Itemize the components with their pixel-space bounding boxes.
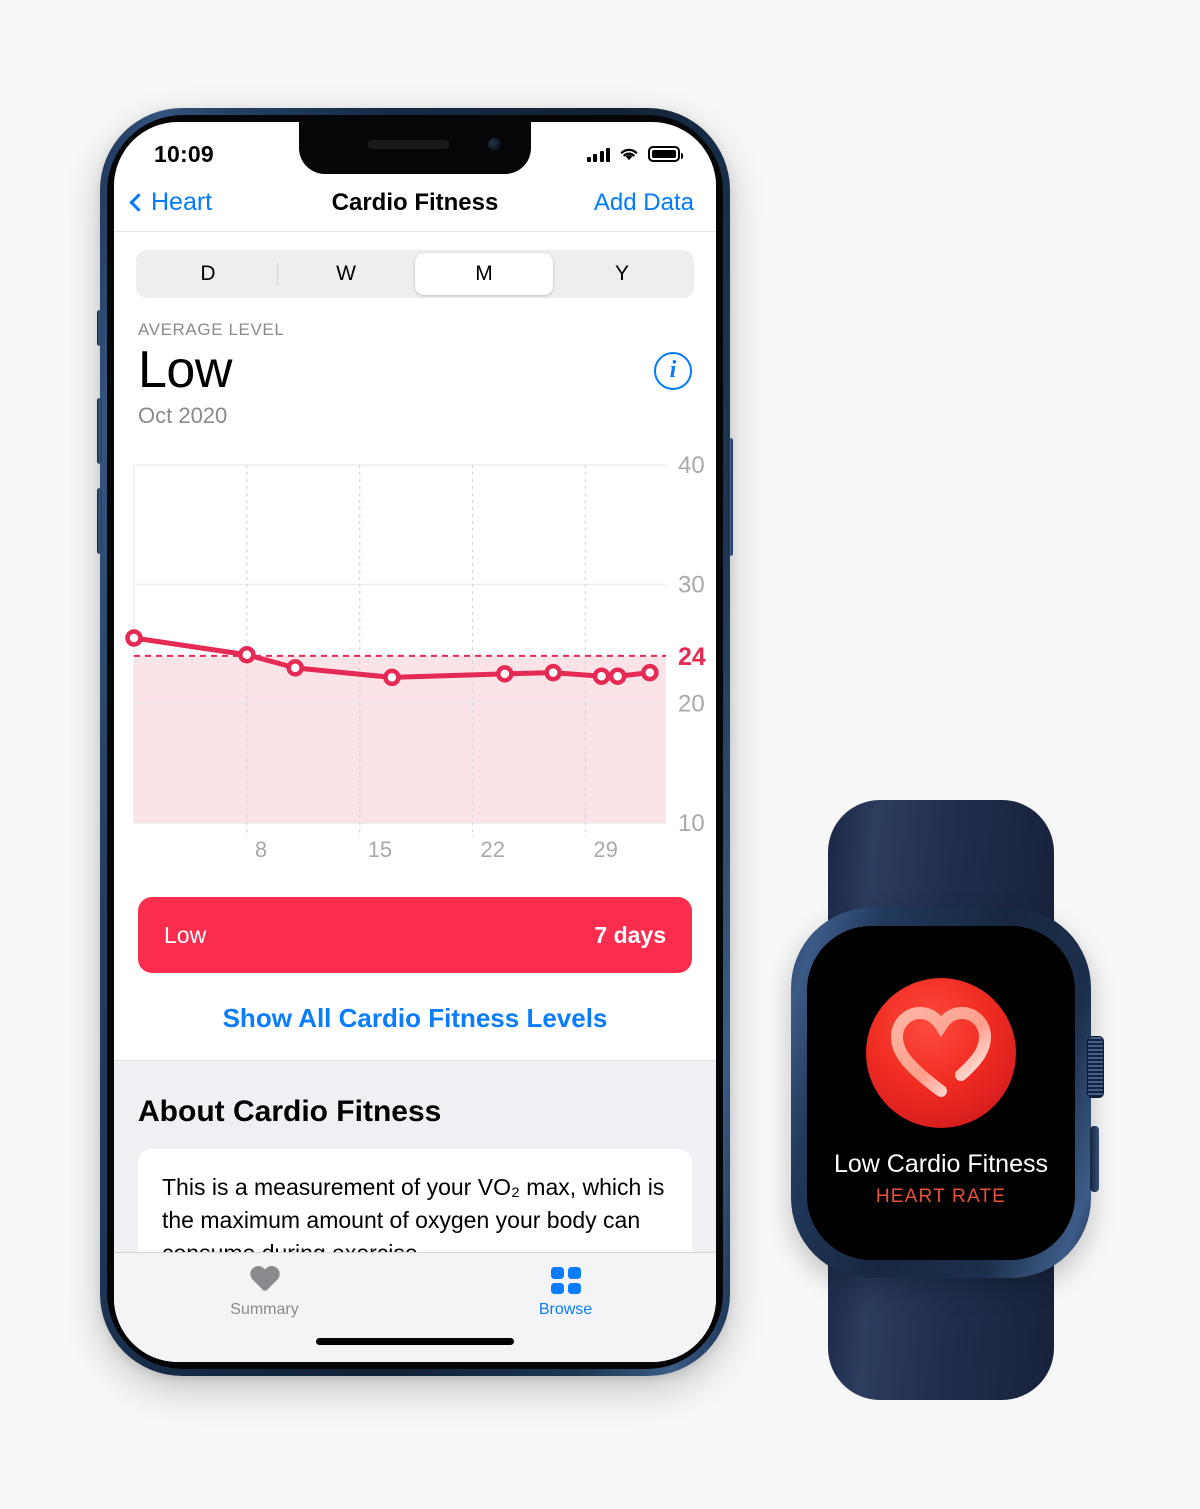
level-banner-level: Low <box>164 921 207 948</box>
heart-icon <box>250 1267 280 1294</box>
y-axis-tick-label: 30 <box>678 572 705 599</box>
time-range-segmented-control[interactable]: D W M Y <box>136 250 694 298</box>
front-camera-icon <box>488 138 501 151</box>
wifi-icon <box>620 148 638 161</box>
info-glyph: i <box>669 357 677 384</box>
phone-notch <box>299 122 531 174</box>
average-level-value: Low <box>138 341 232 399</box>
page-content: D W M Y AVERAGE LEVEL Low i Oct 2020 8 1… <box>114 232 716 1362</box>
segment-month-label: M <box>475 262 493 285</box>
watch-case: Low Cardio Fitness HEART RATE <box>791 908 1104 1278</box>
show-all-levels-link[interactable]: Show All Cardio Fitness Levels <box>114 1003 716 1034</box>
tab-bar: Summary Browse <box>114 1252 716 1362</box>
data-point-marker <box>125 629 143 647</box>
heart-outline-glyph <box>890 1006 992 1097</box>
tab-browse-label: Browse <box>538 1301 593 1318</box>
phone-power-button[interactable] <box>728 438 733 556</box>
phone-mute-switch[interactable] <box>97 310 102 346</box>
grid-icon <box>550 1267 581 1294</box>
y-axis-tick-label: 40 <box>678 452 705 479</box>
status-bar-time: 10:09 <box>154 140 214 167</box>
phone-volume-up-button[interactable] <box>97 398 102 464</box>
segment-divider <box>277 263 278 285</box>
threshold-label: 24 <box>678 643 706 671</box>
data-point-marker <box>544 664 562 682</box>
y-axis-tick-label: 10 <box>678 810 705 837</box>
battery-icon <box>648 146 683 162</box>
page-title: Cardio Fitness <box>331 188 499 216</box>
phone-screen: 10:09 Heart Cardio Fitness Add Data D W … <box>114 122 716 1362</box>
segment-day[interactable]: D <box>139 253 277 295</box>
chart-svg: 8 15 22 29 10 20 30 40 24 <box>125 452 706 862</box>
segment-year[interactable]: Y <box>553 253 691 295</box>
phone-volume-down-button[interactable] <box>97 488 102 554</box>
data-point-marker <box>383 668 401 687</box>
cellular-signal-icon <box>586 147 610 162</box>
info-circle-icon[interactable]: i <box>654 351 692 390</box>
threshold-shaded-region <box>134 656 666 824</box>
tab-browse[interactable]: Browse <box>415 1267 716 1319</box>
x-axis-tick-label: 8 <box>255 837 267 862</box>
home-indicator[interactable] <box>316 1338 514 1345</box>
add-data-button[interactable]: Add Data <box>526 189 716 217</box>
data-point-marker <box>496 665 514 683</box>
chevron-left-icon <box>129 193 148 212</box>
average-level-row: Low i <box>138 341 692 399</box>
back-button[interactable]: Heart <box>114 188 304 217</box>
tab-summary-label: Summary <box>230 1301 299 1318</box>
watch-notification-subtitle: HEART RATE <box>875 1186 1007 1207</box>
status-bar-icons <box>586 146 683 162</box>
watch-side-button[interactable] <box>1090 1126 1099 1192</box>
segment-week[interactable]: W <box>277 253 415 295</box>
data-point-marker <box>641 664 659 682</box>
data-point-marker <box>608 667 627 686</box>
segment-week-label: W <box>336 262 356 285</box>
screenshot-stage: 10:09 Heart Cardio Fitness Add Data D W … <box>0 0 1200 1509</box>
level-banner-duration: 7 days <box>594 921 666 948</box>
cardio-fitness-chart[interactable]: 8 15 22 29 10 20 30 40 24 <box>114 443 716 863</box>
segment-month[interactable]: M <box>415 253 553 295</box>
about-heading: About Cardio Fitness <box>138 1095 442 1129</box>
watch-screen[interactable]: Low Cardio Fitness HEART RATE <box>807 926 1075 1260</box>
x-axis-tick-label: 29 <box>593 837 617 862</box>
x-axis-tick-label: 15 <box>368 837 392 862</box>
earpiece-speaker-icon <box>367 140 450 149</box>
average-level-period: Oct 2020 <box>138 403 228 429</box>
heart-rate-icon <box>866 978 1016 1128</box>
data-point-marker <box>286 659 304 677</box>
navigation-bar: Heart Cardio Fitness Add Data <box>114 174 716 232</box>
apple-watch-device: Low Cardio Fitness HEART RATE <box>776 800 1106 1400</box>
iphone-device: 10:09 Heart Cardio Fitness Add Data D W … <box>97 108 733 1376</box>
average-level-label: AVERAGE LEVEL <box>138 320 285 339</box>
segment-year-label: Y <box>614 262 629 285</box>
x-axis-tick-label: 22 <box>481 837 505 862</box>
segment-day-label: D <box>200 262 216 285</box>
level-banner[interactable]: Low 7 days <box>138 897 692 974</box>
watch-notification-title: Low Cardio Fitness <box>834 1150 1048 1178</box>
data-point-marker <box>238 646 256 664</box>
back-button-label: Heart <box>151 188 213 216</box>
y-axis-tick-label: 20 <box>678 691 705 718</box>
tab-summary[interactable]: Summary <box>114 1267 415 1319</box>
digital-crown[interactable] <box>1087 1036 1104 1098</box>
data-point-marker <box>592 667 611 686</box>
